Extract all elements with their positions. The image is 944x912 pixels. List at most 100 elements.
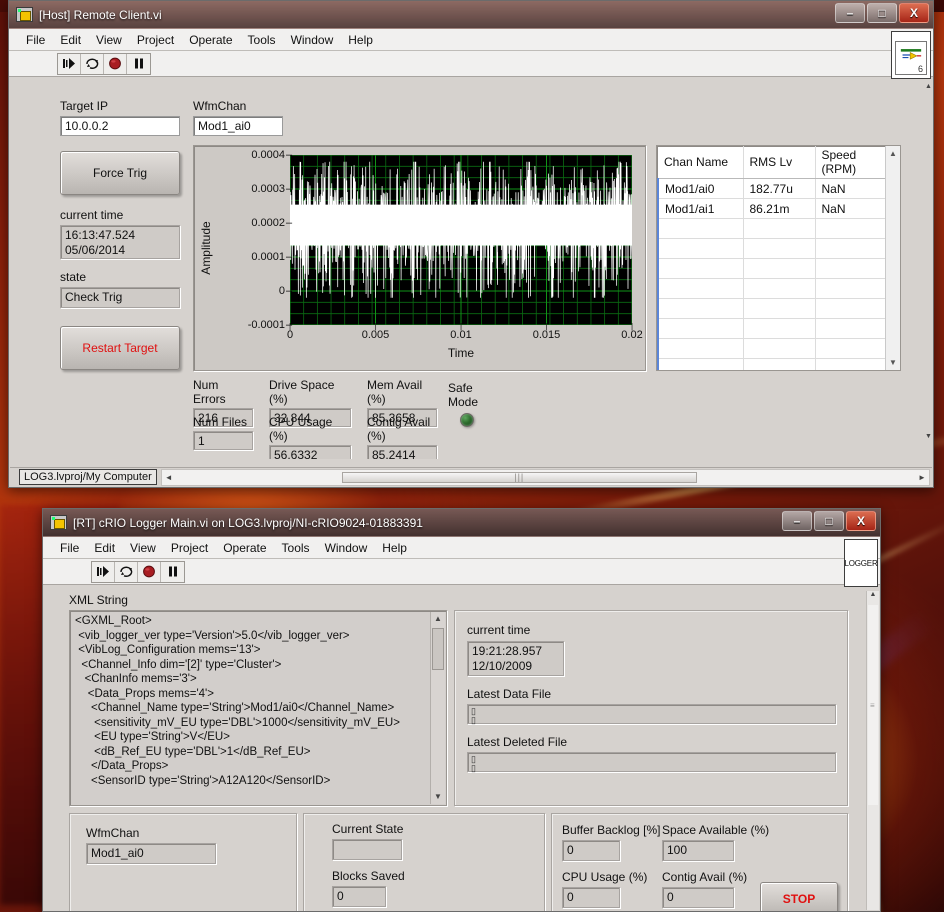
xml-scrollbar[interactable]: ▲ ▼ — [430, 612, 445, 804]
run-controls-group[interactable] — [57, 52, 151, 75]
menu-project[interactable]: Project — [164, 539, 215, 557]
xtick-0: 0 — [287, 329, 293, 341]
cpu-usage-label: CPU Usage (%) — [269, 415, 333, 443]
window2-menubar[interactable]: File Edit View Project Operate Tools Win… — [43, 537, 880, 559]
waveform-graph[interactable]: Amplitude 0.0004 0.0003 0.0002 0.0001 0 … — [193, 145, 646, 371]
panel-hscrollbar[interactable]: ◄ ||| ► — [160, 468, 930, 486]
blocks-saved-label: Blocks Saved — [332, 869, 405, 883]
close-button[interactable]: X — [846, 511, 876, 531]
run-controls-group[interactable] — [91, 560, 185, 583]
window1-buttons[interactable]: – □ X — [835, 3, 929, 23]
window-crio-logger[interactable]: [RT] cRIO Logger Main.vi on LOG3.lvproj/… — [42, 508, 881, 912]
menu-operate[interactable]: Operate — [182, 31, 239, 49]
ytick-4: 0 — [279, 285, 293, 297]
logger-vi-icon[interactable]: LOGGER — [844, 539, 878, 587]
run-arrow-icon[interactable] — [58, 53, 81, 74]
menu-window[interactable]: Window — [284, 31, 341, 49]
table-row[interactable]: Mod1/ai1 86.21m NaN — [657, 198, 900, 219]
vi-connector-icon[interactable]: 6 — [891, 31, 931, 79]
menu-project[interactable]: Project — [130, 31, 181, 49]
menu-edit[interactable]: Edit — [87, 539, 122, 557]
current-state-label: Current State — [332, 822, 404, 836]
abort-icon[interactable] — [104, 53, 127, 74]
window1-panel: Target IP 10.0.0.2 Force Trig current ti… — [17, 83, 925, 459]
restart-target-button[interactable]: Restart Target — [60, 326, 180, 370]
window2-toolbar[interactable]: ? — [43, 559, 880, 585]
wfmchan-input[interactable]: Mod1_ai0 — [193, 116, 283, 136]
state-group-box: Current State Blocks Saved 0 — [303, 813, 545, 911]
buffer-backlog-indicator: 0 — [562, 840, 620, 861]
table-row[interactable] — [657, 338, 900, 359]
window2-titlebar[interactable]: [RT] cRIO Logger Main.vi on LOG3.lvproj/… — [43, 509, 880, 537]
state-label: state — [60, 270, 87, 284]
menu-file[interactable]: File — [19, 31, 52, 49]
scroll-down-icon[interactable]: ▼ — [886, 355, 900, 370]
menu-window[interactable]: Window — [318, 539, 375, 557]
window1-titlebar[interactable]: [Host] Remote Client.vi – □ X — [9, 1, 933, 29]
table-row[interactable] — [657, 318, 900, 339]
run-continuous-icon[interactable] — [81, 53, 104, 74]
close-button[interactable]: X — [899, 3, 929, 23]
menu-operate[interactable]: Operate — [216, 539, 273, 557]
table-row[interactable] — [657, 278, 900, 299]
table-row[interactable] — [657, 238, 900, 259]
hscroll-thumb[interactable]: ||| — [341, 471, 697, 483]
table-row[interactable] — [657, 298, 900, 319]
current-state-indicator — [332, 839, 402, 860]
menu-view[interactable]: View — [123, 539, 163, 557]
force-trig-button[interactable]: Force Trig — [60, 151, 180, 195]
xml-scroll-down-icon[interactable]: ▼ — [431, 790, 445, 804]
window1-toolbar[interactable]: ? — [9, 51, 933, 77]
project-tag[interactable]: LOG3.lvproj/My Computer — [19, 469, 157, 485]
buffer-backlog-label: Buffer Backlog [%] — [562, 823, 661, 837]
minimize-button[interactable]: – — [782, 511, 812, 531]
xtick-3: 0.015 — [533, 329, 561, 341]
w2-scroll-up-icon[interactable]: ▲ — [867, 591, 879, 598]
cell-chan-name: Mod1/ai1 — [657, 198, 744, 219]
window-remote-client[interactable]: [Host] Remote Client.vi – □ X File Edit … — [8, 0, 934, 488]
table-scrollbar[interactable]: ▲ ▼ — [885, 146, 900, 370]
window1-menubar[interactable]: File Edit View Project Operate Tools Win… — [9, 29, 933, 51]
maximize-button[interactable]: □ — [814, 511, 844, 531]
run-continuous-icon[interactable] — [115, 561, 138, 582]
xml-scroll-up-icon[interactable]: ▲ — [431, 612, 445, 626]
target-ip-input[interactable]: 10.0.0.2 — [60, 116, 180, 136]
window2-panel-vscrollbar[interactable]: ▲ ≡ — [866, 591, 879, 910]
window2-buttons[interactable]: – □ X — [782, 511, 876, 531]
restart-target-label: Restart Target — [82, 341, 158, 355]
hscroll-left-icon[interactable]: ◄ — [162, 473, 176, 482]
w2-current-time-line2: 12/10/2009 — [472, 659, 533, 673]
menu-edit[interactable]: Edit — [53, 31, 88, 49]
menu-tools[interactable]: Tools — [275, 539, 317, 557]
xml-string-indicator[interactable]: <GXML_Root> <vib_logger_ver type='Versio… — [69, 610, 447, 806]
panel-scroll-down-icon[interactable]: ▼ — [925, 433, 932, 440]
xtick-4: 0.02 — [621, 329, 642, 341]
maximize-button[interactable]: □ — [867, 3, 897, 23]
hscroll-right-icon[interactable]: ► — [915, 473, 929, 482]
table-row[interactable] — [657, 258, 900, 279]
menu-view[interactable]: View — [89, 31, 129, 49]
xml-scroll-thumb[interactable] — [432, 628, 444, 670]
menu-tools[interactable]: Tools — [241, 31, 283, 49]
menu-help[interactable]: Help — [375, 539, 414, 557]
table-row[interactable] — [657, 218, 900, 239]
menu-file[interactable]: File — [53, 539, 86, 557]
pause-icon[interactable] — [161, 562, 184, 582]
window1-panel-vscrollbar[interactable]: ▲ ▼ — [925, 83, 932, 440]
panel-scroll-up-icon[interactable]: ▲ — [925, 83, 932, 90]
minimize-button[interactable]: – — [835, 3, 865, 23]
table-row[interactable]: Mod1/ai0 182.77u NaN — [657, 178, 900, 199]
stop-button[interactable]: STOP — [760, 882, 838, 911]
channel-table[interactable]: Chan Name RMS Lv Speed (RPM) Mod1/ai0 18… — [656, 145, 901, 371]
table-row[interactable] — [657, 358, 900, 370]
num-files-label: Num Files — [193, 415, 248, 429]
menu-help[interactable]: Help — [341, 31, 380, 49]
run-arrow-icon[interactable] — [92, 561, 115, 582]
waveform-trace — [290, 155, 632, 325]
mem-avail-label: Mem Avail (%) — [367, 378, 423, 406]
scroll-up-icon[interactable]: ▲ — [886, 146, 900, 161]
current-time-label: current time — [60, 208, 124, 222]
graph-plot-area[interactable] — [290, 155, 632, 325]
abort-icon[interactable] — [138, 561, 161, 582]
pause-icon[interactable] — [127, 54, 150, 74]
